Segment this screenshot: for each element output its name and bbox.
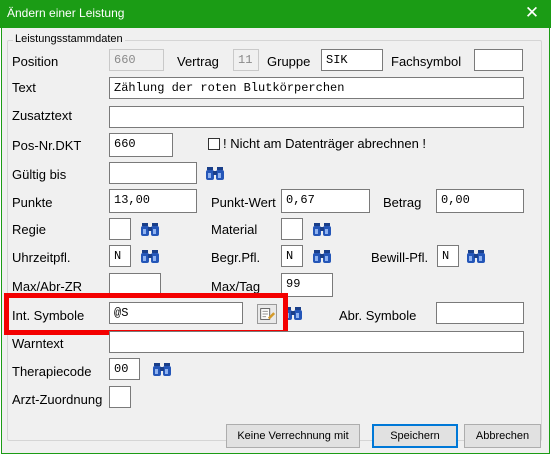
bewill-pfl-field[interactable]: N (437, 245, 459, 267)
punkt-wert-field[interactable]: 0,67 (281, 189, 370, 213)
therapiecode-field[interactable]: 00 (109, 358, 140, 380)
regie-label: Regie (12, 222, 46, 237)
max-tag-label: Max/Tag (211, 279, 261, 294)
close-icon[interactable]: ✕ (523, 3, 541, 23)
betrag-field[interactable]: 0,00 (436, 189, 524, 213)
binoculars-icon[interactable] (205, 164, 225, 184)
group-legend: Leistungsstammdaten (13, 33, 125, 45)
window-title: Ändern einer Leistung (7, 6, 125, 20)
therapiecode-label: Therapiecode (12, 364, 92, 379)
abr-symbole-label: Abr. Symbole (339, 308, 417, 323)
position-label: Position (12, 54, 59, 69)
warntext-field[interactable] (109, 331, 524, 353)
max-tag-field[interactable]: 99 (281, 273, 333, 297)
gueltig-bis-label: Gültig bis (12, 167, 67, 182)
leistungsstammdaten-group: Leistungsstammdaten (7, 33, 542, 441)
arzt-zuordnung-label: Arzt-Zuordnung (12, 392, 103, 407)
binoculars-icon[interactable] (152, 360, 172, 380)
gruppe-field[interactable]: SIK (321, 49, 383, 71)
fachsymbol-field[interactable] (474, 49, 523, 71)
pos-nr-dkt-field[interactable]: 660 (109, 133, 173, 157)
pos-nr-dkt-label: Pos-Nr.DKT (12, 138, 82, 153)
binoculars-icon[interactable] (140, 220, 160, 240)
punkt-wert-label: Punkt-Wert (211, 195, 276, 210)
abr-symbole-field[interactable] (436, 302, 524, 324)
material-field[interactable] (281, 218, 303, 240)
binoculars-icon[interactable] (312, 220, 332, 240)
gueltig-bis-field[interactable] (109, 162, 197, 184)
uhrzeitpfl-field[interactable]: N (109, 245, 131, 267)
nicht-datentraeger-label: ! Nicht am Datenträger abrechnen ! (223, 136, 427, 151)
position-field[interactable]: 660 (109, 49, 164, 71)
title-bar: Ändern einer Leistung ✕ (0, 0, 551, 28)
begr-pfl-label: Begr.Pfl. (211, 250, 261, 265)
warntext-label: Warntext (12, 336, 64, 351)
text-field[interactable]: Zählung der roten Blutkörperchen (109, 77, 524, 99)
binoculars-icon[interactable] (466, 247, 486, 267)
betrag-label: Betrag (383, 195, 422, 210)
vertrag-label: Vertrag (177, 54, 219, 69)
fachsymbol-label: Fachsymbol (391, 54, 462, 69)
highlight-box (4, 293, 288, 335)
punkte-field[interactable]: 13,00 (109, 189, 197, 213)
bewill-pfl-label: Bewill-Pfl. (371, 250, 429, 265)
abbrechen-button[interactable]: Abbrechen (464, 424, 541, 448)
material-label: Material (211, 222, 258, 237)
zusatztext-label: Zusatztext (12, 108, 72, 123)
punkte-label: Punkte (12, 195, 53, 210)
nicht-datentraeger-checkbox[interactable] (208, 138, 220, 150)
regie-field[interactable] (109, 218, 131, 240)
text-label: Text (12, 80, 36, 95)
begr-pfl-field[interactable]: N (281, 245, 303, 267)
zusatztext-field[interactable] (109, 106, 524, 128)
vertrag-field[interactable]: 11 (233, 49, 259, 71)
speichern-button[interactable]: Speichern (372, 424, 458, 448)
gruppe-label: Gruppe (267, 54, 311, 69)
max-abr-zr-label: Max/Abr-ZR (12, 279, 83, 294)
uhrzeitpfl-label: Uhrzeitpfl. (12, 250, 71, 265)
binoculars-icon[interactable] (312, 247, 332, 267)
arzt-zuordnung-field[interactable] (109, 386, 131, 408)
binoculars-icon[interactable] (140, 247, 160, 267)
keine-verrechnung-button[interactable]: Keine Verrechnung mit (226, 424, 360, 448)
